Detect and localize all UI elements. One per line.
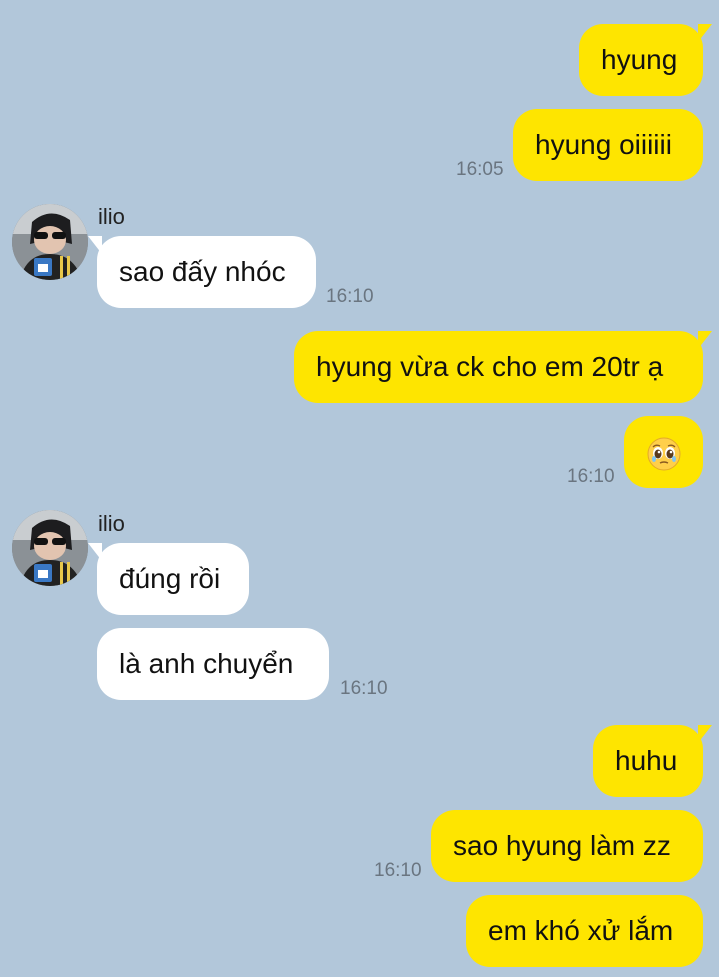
- message-text: hyung: [601, 44, 678, 75]
- message-bubble-outgoing[interactable]: sao hyung làm zz: [431, 810, 703, 882]
- contact-name: ilio: [98, 511, 125, 536]
- avatar[interactable]: [12, 510, 88, 586]
- message-text: huhu: [615, 745, 678, 776]
- message-bubble-incoming[interactable]: đúng rồi: [88, 543, 249, 615]
- chat-area[interactable]: hyung hyung oiiiiii 16:05 ilio sao đấy n…: [0, 0, 719, 977]
- avatar-photo-icon: [12, 204, 88, 280]
- message-bubble-outgoing[interactable]: [624, 416, 703, 488]
- message-bubble-outgoing[interactable]: em khó xử lắm: [466, 895, 703, 967]
- message-bubble-incoming[interactable]: là anh chuyển: [97, 628, 329, 700]
- message-text: sao hyung làm zz: [453, 830, 671, 861]
- message-bubble-outgoing[interactable]: huhu: [593, 725, 712, 797]
- message-text: hyung oiiiiii: [535, 129, 672, 160]
- avatar[interactable]: [12, 204, 88, 280]
- message-bubble-outgoing[interactable]: hyung oiiiiii: [513, 109, 703, 181]
- timestamp: 16:05: [456, 159, 504, 180]
- timestamp: 16:10: [326, 286, 374, 307]
- contact-name: ilio: [98, 204, 125, 229]
- avatar-photo-icon: [12, 510, 88, 586]
- message-text: là anh chuyển: [119, 648, 294, 679]
- message-text: em khó xử lắm: [488, 915, 674, 946]
- message-bubble-incoming[interactable]: sao đấy nhóc: [88, 236, 316, 308]
- pleading-face-emoji-icon: [647, 437, 680, 471]
- message-text: sao đấy nhóc: [119, 256, 286, 287]
- message-bubble-outgoing[interactable]: hyung: [579, 24, 712, 96]
- timestamp: 16:10: [374, 860, 422, 881]
- timestamp: 16:10: [340, 678, 388, 699]
- message-text: đúng rồi: [119, 563, 221, 594]
- message-text: hyung vừa ck cho em 20tr ạ: [316, 351, 664, 382]
- message-bubble-outgoing[interactable]: hyung vừa ck cho em 20tr ạ: [294, 331, 712, 403]
- timestamp: 16:10: [567, 466, 615, 487]
